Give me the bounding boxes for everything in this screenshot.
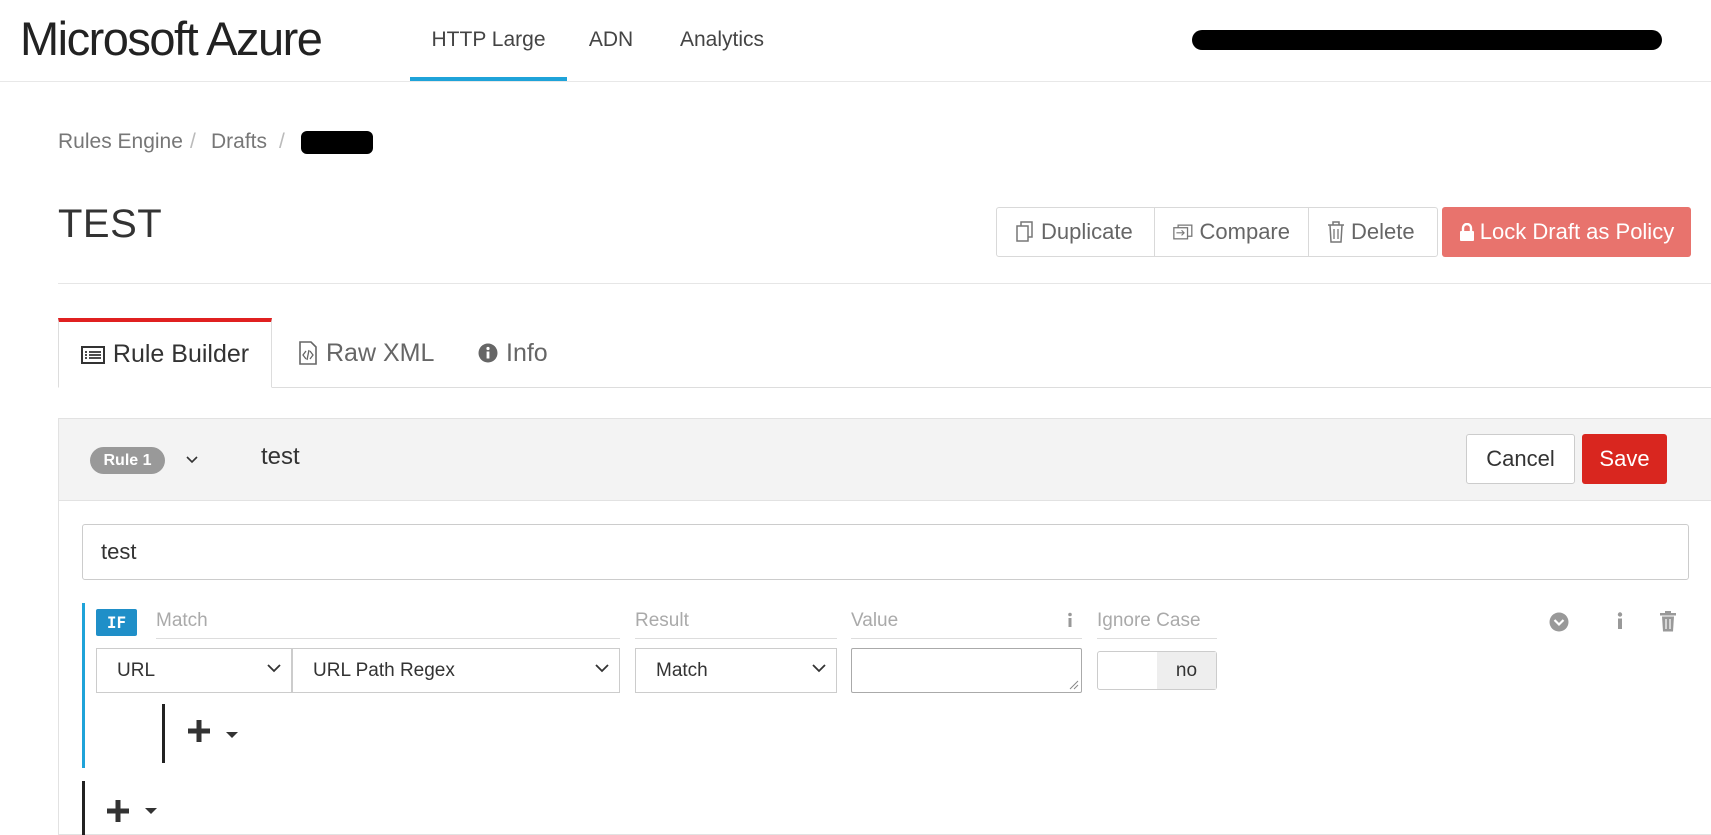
info-icon[interactable] — [1616, 612, 1624, 630]
value-textarea[interactable] — [851, 648, 1082, 693]
result-label: Result — [635, 610, 837, 639]
chevron-down-icon[interactable] — [186, 455, 198, 464]
page-title: TEST — [58, 202, 163, 246]
lock-icon — [1459, 223, 1474, 241]
draft-actions: Duplicate Compare Delete — [996, 207, 1438, 257]
add-condition-button[interactable] — [105, 796, 131, 830]
nav-tab-adn[interactable]: ADN — [575, 0, 647, 81]
breadcrumb-separator: / — [190, 130, 196, 153]
lock-draft-label: Lock Draft as Policy — [1479, 219, 1675, 244]
rule-header — [59, 419, 1711, 501]
add-action-button[interactable] — [186, 716, 212, 750]
divider — [58, 283, 1711, 284]
code-file-icon — [299, 341, 317, 365]
compare-button[interactable]: Compare — [1155, 208, 1309, 256]
save-button[interactable]: Save — [1582, 434, 1667, 484]
match-type-select[interactable]: URL — [96, 648, 292, 693]
tab-rule-builder[interactable]: Rule Builder — [58, 318, 272, 388]
match-label: Match — [156, 610, 620, 639]
delete-label: Delete — [1351, 219, 1415, 244]
trash-icon — [1328, 221, 1344, 243]
tab-label: Rule Builder — [112, 340, 250, 368]
result-value: Match — [656, 660, 708, 681]
value-label: Value — [851, 610, 1082, 639]
nav-tab-analytics[interactable]: Analytics — [670, 0, 774, 81]
breadcrumb-separator: / — [279, 130, 285, 153]
value-label-text: Value — [851, 610, 899, 631]
redacted-draft-name — [301, 131, 373, 154]
duplicate-label: Duplicate — [1041, 219, 1133, 244]
condition-bar — [82, 603, 85, 768]
caret-down-icon[interactable] — [145, 808, 157, 814]
chevron-down-icon — [812, 664, 826, 673]
match-subtype-value: URL Path Regex — [313, 660, 455, 681]
chevron-circle-down-icon[interactable] — [1549, 612, 1569, 632]
brand-logo[interactable]: Microsoft Azure — [20, 10, 323, 68]
breadcrumb-drafts[interactable]: Drafts — [211, 130, 267, 154]
resize-handle-icon[interactable] — [1069, 680, 1079, 690]
breadcrumb-rules-engine[interactable]: Rules Engine — [58, 130, 183, 154]
tab-label: Raw XML — [326, 338, 435, 367]
ignore-case-toggle[interactable]: no — [1097, 651, 1217, 690]
tab-underline — [58, 387, 1711, 388]
info-circle-icon — [478, 343, 498, 363]
match-type-value: URL — [117, 660, 156, 681]
info-icon[interactable] — [1066, 612, 1074, 628]
rule-description-input[interactable]: test — [82, 524, 1689, 580]
trash-icon[interactable] — [1659, 611, 1677, 632]
tab-info[interactable]: Info — [478, 318, 548, 388]
compare-icon — [1173, 224, 1193, 240]
top-bar: Microsoft Azure HTTP Large ADN Analytics — [0, 0, 1711, 82]
plus-icon — [107, 800, 129, 822]
rule-name: test — [261, 443, 300, 470]
tab-label: Info — [506, 338, 548, 367]
plus-icon — [188, 720, 210, 742]
ignore-case-value: no — [1157, 652, 1216, 689]
redacted-account — [1192, 30, 1662, 50]
ignore-case-label: Ignore Case — [1097, 610, 1217, 639]
action-bar — [162, 704, 165, 763]
chevron-down-icon — [267, 664, 281, 673]
duplicate-button[interactable]: Duplicate — [997, 208, 1155, 256]
nav-tab-http-large[interactable]: HTTP Large — [410, 0, 567, 81]
if-badge: IF — [96, 609, 137, 636]
rule-badge: Rule 1 — [90, 447, 165, 474]
chevron-down-icon — [595, 664, 609, 673]
compare-label: Compare — [1199, 219, 1290, 244]
cancel-button[interactable]: Cancel — [1466, 434, 1575, 484]
result-select[interactable]: Match — [635, 648, 837, 693]
match-subtype-select[interactable]: URL Path Regex — [292, 648, 620, 693]
caret-down-icon[interactable] — [226, 732, 238, 738]
lock-draft-button[interactable]: Lock Draft as Policy — [1442, 207, 1691, 257]
list-icon — [80, 345, 105, 364]
duplicate-icon — [1016, 221, 1033, 242]
condition-add-bar — [82, 781, 85, 835]
tab-raw-xml[interactable]: Raw XML — [298, 318, 434, 388]
delete-button[interactable]: Delete — [1309, 208, 1437, 256]
